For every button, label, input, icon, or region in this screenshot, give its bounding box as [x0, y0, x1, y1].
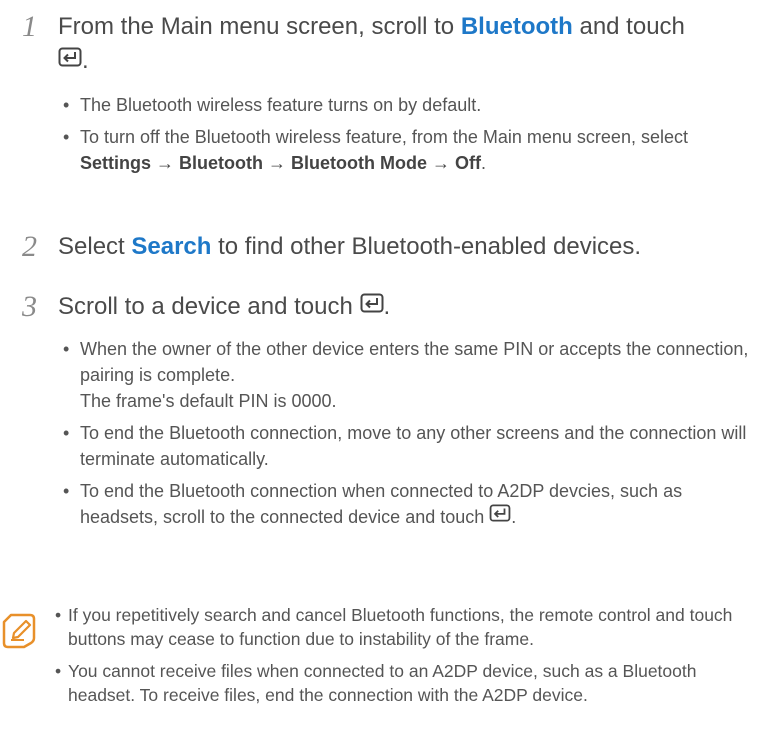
step-3-bullets: • When the owner of the other device ente… [63, 336, 750, 531]
list-item: • To end the Bluetooth connection when co… [63, 478, 750, 531]
enter-key-icon [360, 289, 384, 323]
list-item: • The Bluetooth wireless feature turns on… [63, 95, 482, 115]
list-item: • To turn off the Bluetooth wireless feat… [63, 127, 688, 173]
list-item: • To end the Bluetooth connection, move t… [63, 423, 747, 469]
enter-key-icon [489, 503, 511, 529]
note-list: • If you repetitively search and cancel B… [55, 603, 758, 707]
note-item: • You cannot receive files when connected… [55, 661, 697, 705]
step-instruction: From the Main menu screen, scroll to Blu… [58, 10, 758, 79]
step-number: 1 [22, 10, 37, 43]
highlight-bluetooth: Bluetooth [460, 13, 573, 40]
step-instruction: Scroll to a device and touch . [58, 290, 758, 325]
list-item: • When the owner of the other device ente… [63, 339, 749, 411]
step-number: 2 [22, 230, 37, 263]
enter-key-icon [58, 43, 82, 77]
step-instruction: Select Search to find other Bluetooth-en… [58, 233, 642, 260]
note-pencil-icon [2, 613, 36, 654]
highlight-search: Search [131, 233, 212, 260]
note-item: • If you repetitively search and cancel B… [55, 605, 733, 649]
settings-path: Settings → Bluetooth → Bluetooth Mode → … [80, 153, 481, 173]
step-number: 3 [22, 290, 37, 323]
step-1-bullets: • The Bluetooth wireless feature turns on… [63, 92, 750, 176]
